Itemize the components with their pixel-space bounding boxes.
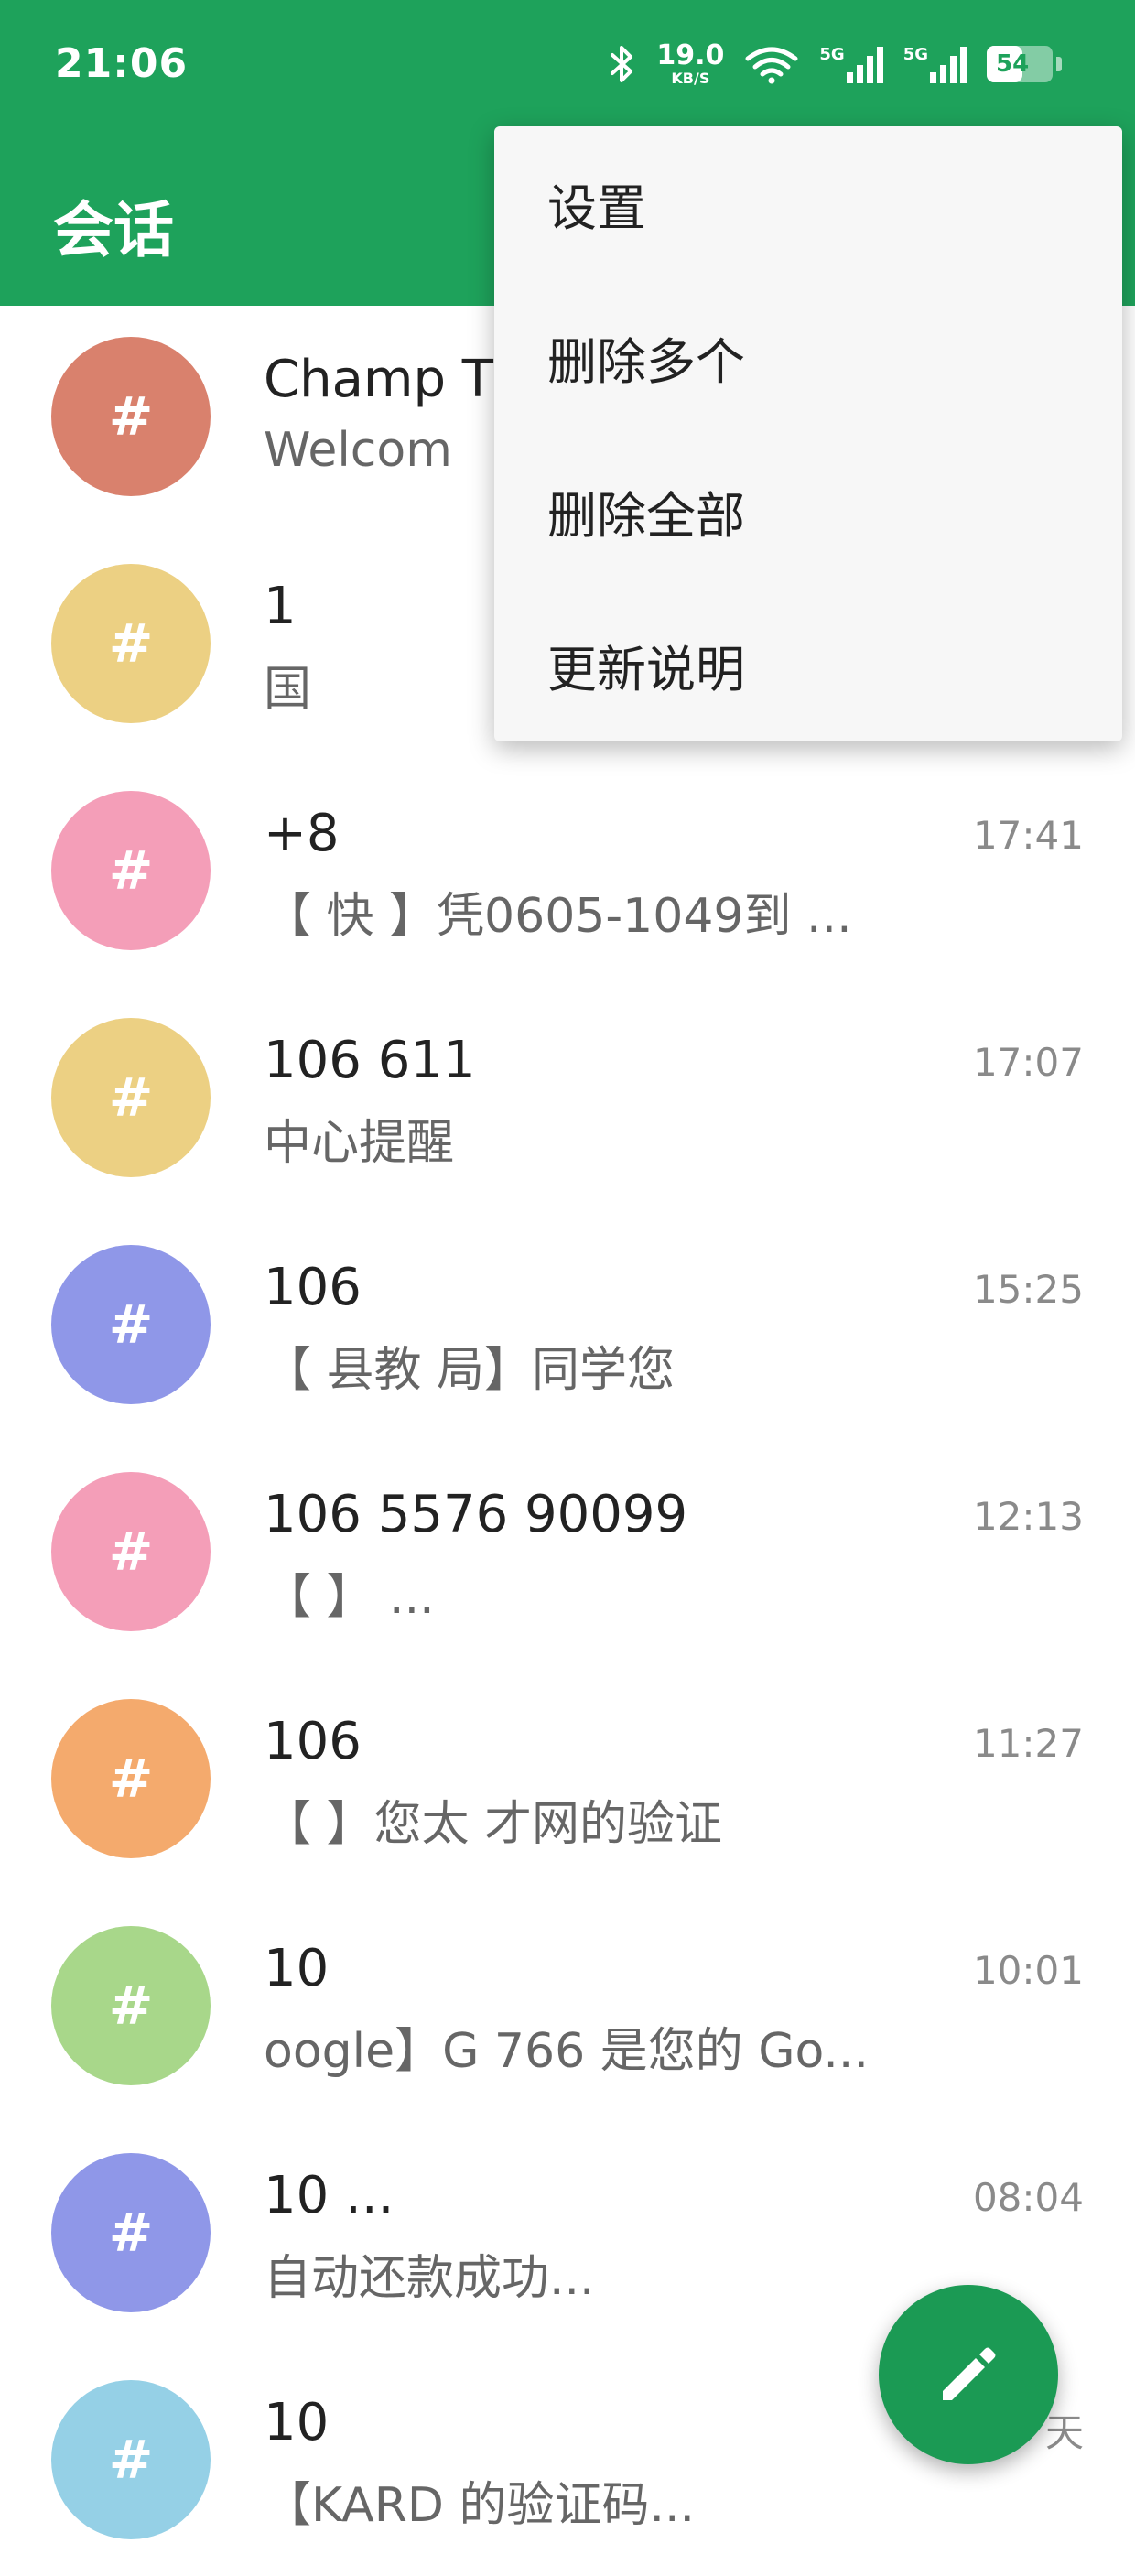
wifi-icon [745,47,798,84]
avatar: # [51,564,211,723]
sim1-signal: 5G [819,45,883,83]
pencil-icon [943,2347,996,2400]
network-speed: 19.0 KB/S [656,42,724,86]
conversation-time: 12:13 [972,1494,1084,1539]
conversation-item[interactable]: #106 11:27 【 】您太 才网的验证 [0,1668,1135,1895]
conversation-snippet: 【 县教 局】同学您 [264,1343,676,1398]
page-title: 会话 [53,195,174,265]
conversation-sender: +8 [264,804,340,863]
network-speed-value: 19.0 [656,39,725,71]
conversation-time: 11:27 [972,1721,1084,1766]
conversation-item[interactable]: #10 10:01 oogle】G 766 是您的 Go... [0,1895,1135,2122]
conversation-item[interactable]: # +8 17:41 【 快 】凭0605-1049到 ... [0,760,1135,987]
signal-bars-icon [846,45,883,83]
conversation-sender: Champ T [264,350,494,409]
conversation-item[interactable]: #106 5576 90099 12:13 【 】 ... [0,1441,1135,1668]
sim1-network-tag: 5G [819,45,845,64]
conversation-sender: 106 5576 90099 [264,1485,688,1544]
compose-button[interactable] [879,2285,1058,2464]
bluetooth-icon [611,46,633,82]
menu-item[interactable]: 更新说明 [494,588,1122,741]
conversation-sender: 106 [264,1258,362,1317]
conversation-time: 天 [1044,2410,1084,2455]
conversation-sender: 10 ... [264,2166,395,2225]
avatar: # [51,791,211,950]
conversation-sender: 106 [264,1712,362,1771]
battery-cap [1056,57,1062,71]
conversation-sender: 1 [264,577,297,636]
conversation-snippet: 中心提醒 [264,1116,455,1171]
sim2-signal: 5G [903,45,967,83]
avatar: # [51,1699,211,1858]
conversation-snippet: 【 】 ... [264,1570,435,1625]
conversation-sender: 10 [264,1939,330,1998]
conversation-time: 17:07 [972,1040,1084,1085]
sim2-network-tag: 5G [903,45,928,64]
avatar: # [51,337,211,496]
conversation-time: 15:25 [972,1267,1084,1312]
battery-level: 54 [996,50,1030,78]
signal-bars-icon [930,45,967,83]
avatar: # [51,1018,211,1177]
status-bar: 21:06 19.0 KB/S 5G 5G 54 [0,0,1135,137]
overflow-menu: 设置 删除多个 删除全部 更新说明 [494,126,1122,741]
avatar: # [51,2153,211,2312]
avatar: # [51,1245,211,1404]
network-speed-unit: KB/S [671,70,710,87]
avatar: # [51,1926,211,2085]
conversation-sender: 106 611 [264,1031,476,1090]
menu-item[interactable]: 删除多个 [494,280,1122,434]
conversation-snippet: oogle】G 766 是您的 Go... [264,2024,869,2079]
conversation-item[interactable]: #106 611 17:07 中心提醒 [0,987,1135,1214]
status-time: 21:06 [55,40,189,87]
conversation-snippet: 【 】您太 才网的验证 [264,1797,723,1852]
conversation-sender: 10 [264,2393,330,2452]
conversation-item[interactable]: #106 15:25 【 县教 局】同学您 [0,1214,1135,1441]
conversation-snippet: 【 快 】凭0605-1049到 ... [264,889,852,944]
menu-item[interactable]: 删除全部 [494,434,1122,588]
conversation-time: 17:41 [972,813,1084,858]
battery-icon: 54 [987,46,1053,82]
conversation-time: 08:04 [972,2175,1084,2220]
status-icons: 19.0 KB/S 5G 5G 54 [609,37,1062,92]
conversation-time: 10:01 [972,1948,1084,1993]
avatar: # [51,2380,211,2539]
conversation-snippet: 【KARD 的验证码... [264,2478,696,2533]
avatar: # [51,1472,211,1631]
menu-item[interactable]: 设置 [494,126,1122,280]
